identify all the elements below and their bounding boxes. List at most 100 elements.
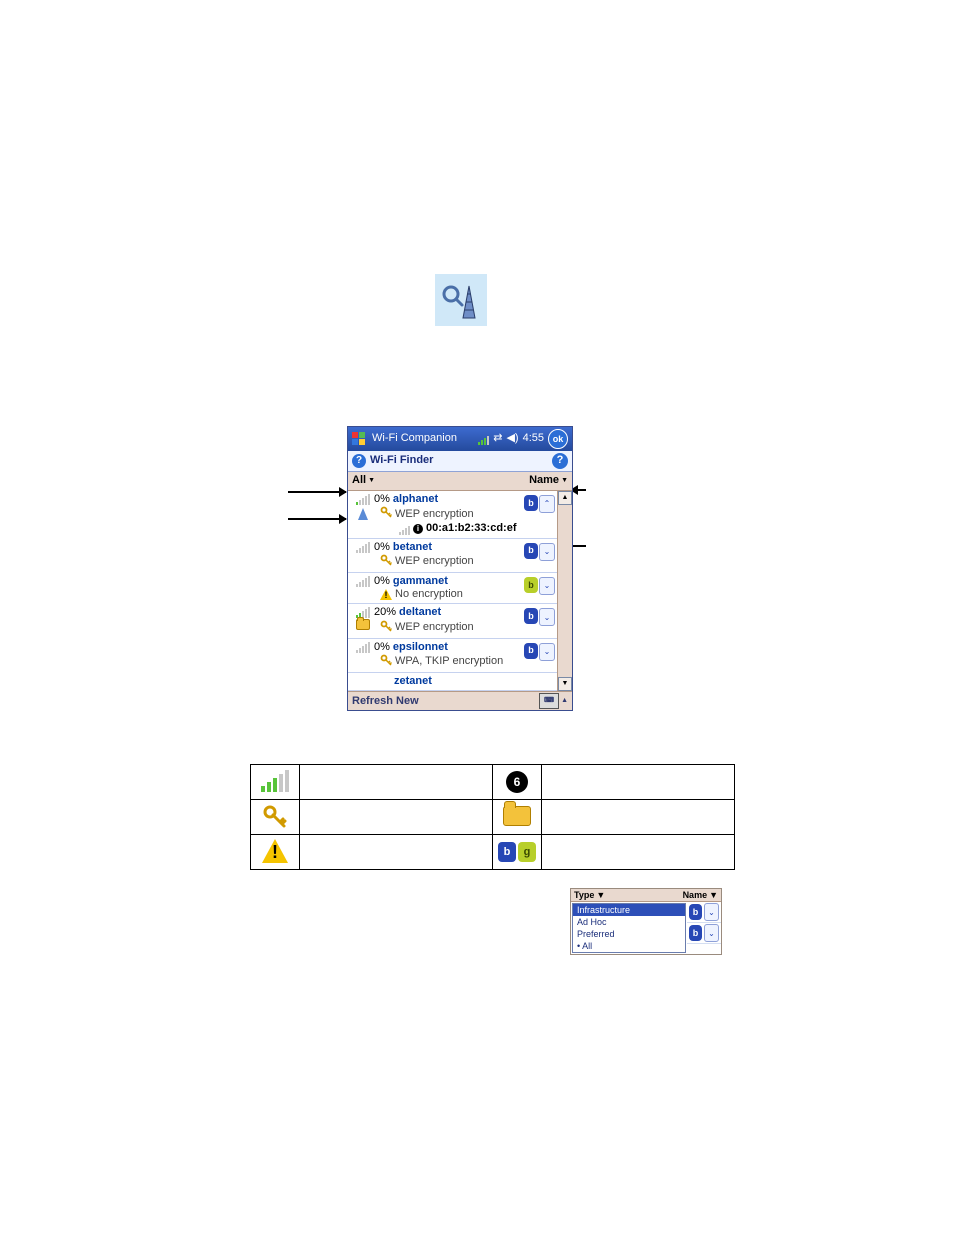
network-list: 0% alphanet WEP encryption i00:a1:b2:33:cd… — [348, 491, 557, 691]
device-screenshot: Wi-Fi Companion ⇄ ◀) 4:55 ok ? Wi-Fi Fin… — [347, 426, 573, 711]
legend-channel-text — [542, 765, 735, 800]
signal-percent: 0% — [374, 575, 390, 588]
network-row[interactable]: 0% gammanetNo encryption b⌄ — [348, 573, 557, 604]
network-name: alphanet — [393, 493, 438, 506]
callout-arrow-filterbar — [288, 491, 346, 493]
clock: 4:55 — [523, 432, 544, 445]
scroll-up-button[interactable]: ▲ — [558, 491, 572, 505]
sort-dropdown[interactable]: Name ▼ — [529, 474, 568, 487]
app-title: Wi-Fi Companion — [372, 432, 472, 445]
table-row — [251, 800, 735, 835]
volume-icon: ◀) — [506, 432, 518, 445]
expand-toggle[interactable]: ⌄ — [539, 543, 555, 561]
chevron-down-icon: ▼ — [596, 890, 605, 900]
signal-percent: 0% — [374, 493, 390, 506]
network-name: epsilonnet — [393, 641, 448, 654]
band-b-badge: b — [524, 577, 538, 593]
network-name: deltanet — [399, 606, 441, 619]
network-row[interactable]: zetanet — [348, 673, 557, 691]
filter-type-label: All — [352, 474, 366, 487]
refresh-button[interactable]: Refresh — [352, 695, 393, 708]
chevron-down-icon: ▼ — [709, 890, 718, 900]
expand-toggle[interactable]: ⌄ — [539, 643, 555, 661]
ok-button[interactable]: ok — [548, 429, 568, 449]
legend-signal-icon — [251, 765, 300, 800]
warning-icon — [380, 589, 392, 600]
legend-band-icon: b g — [493, 835, 542, 870]
connectivity-icon: ⇄ — [493, 432, 502, 445]
filter-menu-item[interactable]: • All — [573, 940, 685, 952]
legend-no-encryption-text — [300, 835, 493, 870]
mini-filter-bar: Type ▼ Name ▼ — [571, 889, 721, 902]
table-row: 6 — [251, 765, 735, 800]
band-b-badge: b — [524, 543, 538, 559]
app-subheader: ? Wi-Fi Finder ? — [348, 451, 572, 472]
icon-legend-table: 6 b g — [250, 764, 735, 870]
filter-menu-item[interactable]: Preferred — [573, 928, 685, 940]
bottom-toolbar: Refresh New ⌨ ▲ — [348, 691, 572, 710]
filter-menu-item[interactable]: Infrastructure — [573, 904, 685, 916]
legend-preferred-text — [542, 800, 735, 835]
key-icon — [380, 554, 392, 570]
new-button[interactable]: New — [396, 695, 419, 708]
expand-toggle[interactable]: ⌄ — [539, 608, 555, 626]
filter-menu-item[interactable]: Ad Hoc — [573, 916, 685, 928]
signal-percent: 0% — [374, 641, 390, 654]
signal-bars-icon — [356, 641, 370, 653]
encryption-label: WPA, TKIP encryption — [395, 655, 503, 668]
wifi-finder-icon: ? — [352, 454, 366, 468]
mini-sort-dropdown[interactable]: Name ▼ — [683, 890, 718, 900]
mini-filter-type-dropdown[interactable]: Type ▼ — [574, 890, 605, 900]
scroll-down-button[interactable]: ▼ — [558, 677, 572, 691]
legend-encryption-text — [300, 800, 493, 835]
status-tray: ⇄ ◀) 4:55 ok — [478, 429, 568, 449]
encryption-label: No encryption — [395, 588, 463, 601]
band-b-badge: b — [524, 608, 538, 624]
legend-signal-text — [300, 765, 493, 800]
keyboard-button[interactable]: ⌨ — [539, 693, 559, 709]
key-icon — [380, 506, 392, 522]
wifi-finder-launch-icon — [435, 274, 487, 326]
folder-icon — [356, 619, 370, 630]
signal-bars-icon — [399, 523, 410, 535]
scrollbar[interactable]: ▲ ▼ — [557, 491, 572, 691]
signal-bars-icon — [356, 493, 370, 505]
signal-percent: 20% — [374, 606, 396, 619]
signal-bars-icon — [356, 575, 370, 587]
expand-toggle[interactable]: ⌄ — [539, 577, 555, 595]
network-row[interactable]: 0% epsilonnetWPA, TKIP encryption b⌄ — [348, 639, 557, 673]
band-b-badge: b — [524, 495, 538, 511]
help-button[interactable]: ? — [552, 453, 568, 469]
callout-arrow-first-network — [288, 518, 346, 520]
network-row[interactable]: 0% betanetWEP encryptionb⌄ — [348, 539, 557, 573]
mini-sort-label: Name — [683, 890, 708, 900]
key-icon — [380, 620, 392, 636]
mac-address: 00:a1:b2:33:cd:ef — [426, 522, 516, 535]
start-button[interactable] — [352, 432, 366, 446]
legend-channel-icon: 6 — [493, 765, 542, 800]
encryption-label: WEP encryption — [395, 508, 474, 521]
subheader-title: Wi-Fi Finder — [370, 454, 433, 467]
filter-sort-bar: All ▼ Name ▼ — [348, 472, 572, 491]
chevron-up-icon: ▲ — [561, 697, 568, 705]
legend-encryption-icon — [251, 800, 300, 835]
filter-dropdown-expanded-screenshot: Type ▼ Name ▼ InfrastructureAd HocPrefer… — [570, 888, 722, 955]
network-row[interactable]: 20% deltanetWEP encryptionb⌄ — [348, 604, 557, 638]
network-row[interactable]: 0% alphanet WEP encryption i00:a1:b2:33:cd… — [348, 491, 557, 539]
expand-toggle[interactable]: ⌃ — [539, 495, 555, 513]
filter-type-menu: InfrastructureAd HocPreferred• All — [572, 903, 686, 953]
table-row: b g — [251, 835, 735, 870]
network-name: zetanet — [394, 675, 432, 688]
info-icon: i — [413, 524, 423, 534]
signal-percent: 0% — [374, 541, 390, 554]
band-b-badge: b — [524, 643, 538, 659]
chevron-down-icon: ▼ — [368, 477, 375, 485]
signal-bars-icon — [356, 541, 370, 553]
legend-no-encryption-icon — [251, 835, 300, 870]
network-name: gammanet — [393, 575, 448, 588]
filter-type-dropdown[interactable]: All ▼ — [352, 474, 375, 487]
sort-label: Name — [529, 474, 559, 487]
chevron-down-icon: ▼ — [561, 477, 568, 485]
windows-flag-icon — [352, 432, 366, 446]
mini-filter-type-label: Type — [574, 890, 594, 900]
